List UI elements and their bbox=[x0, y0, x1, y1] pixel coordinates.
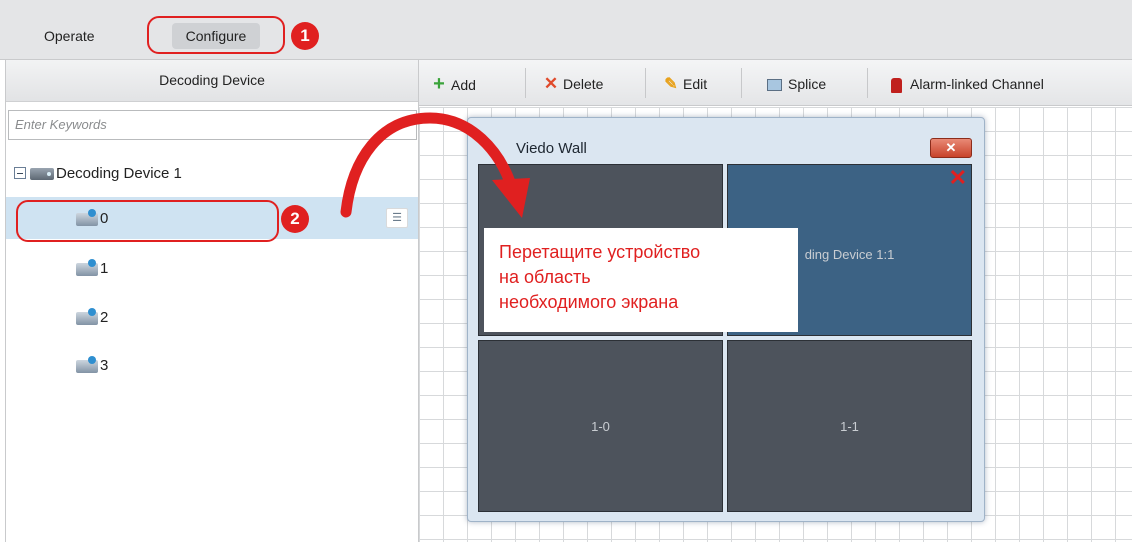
close-icon[interactable]: ✕ bbox=[930, 138, 972, 158]
tree-item-channel-1[interactable]: 1 bbox=[76, 257, 108, 281]
tree-root-decoding-device-1[interactable]: Decoding Device 1 bbox=[14, 162, 182, 186]
top-tab-bar: Operate Configure 1 bbox=[0, 0, 1132, 60]
toolbar: + Add ✕ Delete ✎ Edit Splice Alarm-linked C… bbox=[419, 60, 1132, 106]
list-view-icon[interactable]: ☰ bbox=[386, 208, 408, 228]
collapse-icon[interactable] bbox=[14, 167, 26, 179]
tree-item-channel-2[interactable]: 2 bbox=[76, 306, 108, 330]
delete-label: Delete bbox=[563, 76, 604, 92]
channel-label: 3 bbox=[100, 357, 109, 374]
channel-label: 2 bbox=[100, 309, 109, 326]
pencil-icon: ✎ bbox=[664, 76, 678, 93]
channel-icon bbox=[76, 208, 98, 226]
delete-x-icon: ✕ bbox=[543, 74, 559, 93]
toolbar-divider bbox=[645, 68, 646, 98]
callout-line-1: Перетащите устройство bbox=[499, 242, 701, 262]
instruction-callout: Перетащите устройство на область необход… bbox=[484, 228, 798, 332]
channel-label: 0 bbox=[100, 210, 109, 227]
plus-icon: + bbox=[433, 73, 445, 95]
tab-configure[interactable]: Configure bbox=[171, 23, 261, 49]
delete-button[interactable]: ✕ Delete bbox=[543, 73, 604, 95]
callout-line-3: необходимого экрана bbox=[499, 292, 679, 312]
screen-bottom-left[interactable]: 1-0 bbox=[478, 340, 723, 512]
monitor-icon bbox=[767, 79, 782, 92]
add-label: Add bbox=[451, 77, 476, 93]
edit-label: Edit bbox=[683, 76, 708, 92]
splice-label: Splice bbox=[788, 76, 827, 92]
tree-item-channel-3[interactable]: 3 bbox=[76, 354, 108, 378]
step-badge-2: 2 bbox=[281, 205, 309, 233]
toolbar-divider bbox=[525, 68, 526, 98]
channel-icon bbox=[76, 258, 98, 276]
toolbar-divider bbox=[867, 68, 868, 98]
alarm-icon bbox=[891, 77, 902, 93]
tab-operate[interactable]: Operate bbox=[44, 22, 95, 50]
splice-button[interactable]: Splice bbox=[767, 73, 826, 95]
callout-line-2: на область bbox=[499, 267, 591, 287]
window-title: Viedo Wall bbox=[516, 140, 587, 157]
step-badge-1: 1 bbox=[291, 22, 319, 50]
decoder-device-icon bbox=[30, 168, 54, 181]
screen-label: 1-1 bbox=[840, 419, 859, 434]
add-button[interactable]: + Add bbox=[431, 73, 476, 95]
close-screen-icon[interactable]: ✕ bbox=[949, 165, 967, 191]
screen-bottom-right[interactable]: 1-1 bbox=[727, 340, 972, 512]
tab-configure-highlight[interactable]: Configure bbox=[147, 16, 285, 54]
channel-label: 1 bbox=[100, 260, 109, 277]
tree-root-label: Decoding Device 1 bbox=[56, 165, 182, 182]
panel-title: Decoding Device bbox=[6, 60, 418, 102]
search-input[interactable]: Enter Keywords bbox=[8, 110, 417, 140]
tree-item-channel-0[interactable]: 0 bbox=[16, 200, 279, 242]
alarm-linked-channel-label: Alarm-linked Channel bbox=[910, 76, 1044, 92]
edit-button[interactable]: ✎ Edit bbox=[663, 73, 707, 95]
channel-icon bbox=[76, 307, 98, 325]
screen-label: 1-0 bbox=[591, 419, 610, 434]
alarm-linked-channel-button[interactable]: Alarm-linked Channel bbox=[891, 73, 1044, 95]
toolbar-divider bbox=[741, 68, 742, 98]
decoding-device-panel: Decoding Device Enter Keywords Decoding … bbox=[5, 60, 419, 542]
channel-icon bbox=[76, 355, 98, 373]
